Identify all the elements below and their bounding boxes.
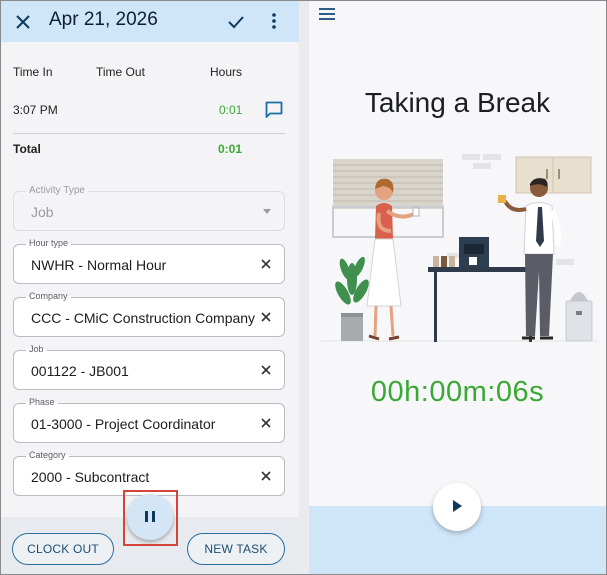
timesheet-panel: Apr 21, 2026 Time In Time Out Hours 3:07… — [1, 1, 299, 574]
phase-field[interactable]: Phase 01-3000 - Project Coordinator — [13, 397, 285, 443]
break-timer: 00h:00m:06s — [370, 376, 545, 408]
break-illustration — [321, 154, 597, 342]
job-field[interactable]: Job 001122 - JB001 — [13, 344, 285, 390]
time-in-value: 3:07 PM — [13, 103, 58, 117]
col-header-time-out: Time Out — [96, 65, 145, 79]
comment-icon[interactable] — [264, 100, 284, 120]
company-field[interactable]: Company CCC - CMiC Construction Company — [13, 291, 285, 337]
clear-icon[interactable] — [260, 258, 272, 270]
hour-type-field[interactable]: Hour type NWHR - Normal Hour — [13, 238, 285, 284]
more-vert-icon[interactable] — [269, 10, 279, 32]
panel-separator — [299, 1, 309, 574]
field-value: NWHR - Normal Hour — [31, 257, 167, 273]
field-value: Job — [31, 204, 54, 220]
field-label: Job — [26, 344, 47, 354]
close-icon[interactable] — [14, 10, 32, 32]
col-header-hours: Hours — [210, 65, 243, 79]
clear-icon[interactable] — [260, 470, 272, 482]
new-task-button[interactable]: NEW TASK — [187, 533, 285, 565]
field-value: 001122 - JB001 — [31, 363, 129, 379]
resume-button[interactable] — [433, 483, 481, 531]
clear-icon[interactable] — [260, 311, 272, 323]
check-icon[interactable] — [227, 10, 245, 32]
break-panel: Taking a Break 00h:00m:06s — [309, 1, 606, 574]
field-value: 01-3000 - Project Coordinator — [31, 416, 216, 432]
total-label: Total — [13, 142, 41, 156]
field-label: Category — [26, 450, 69, 460]
clock-out-button[interactable]: CLOCK OUT — [12, 533, 114, 565]
clear-icon[interactable] — [260, 417, 272, 429]
timesheet-header: Apr 21, 2026 — [1, 1, 299, 42]
field-label: Activity Type — [26, 185, 88, 196]
play-icon — [453, 500, 462, 512]
hours-value: 0:01 — [219, 103, 243, 117]
total-hours: 0:01 — [218, 142, 243, 156]
activity-type-select: Activity Type Job — [13, 185, 285, 231]
field-label: Hour type — [26, 238, 72, 248]
page-title: Apr 21, 2026 — [49, 9, 158, 30]
hamburger-menu-icon[interactable] — [319, 8, 335, 22]
divider — [13, 133, 285, 134]
field-value: CCC - CMiC Construction Company — [31, 310, 256, 326]
break-title: Taking a Break — [364, 87, 551, 118]
field-label: Company — [26, 291, 71, 301]
col-header-time-in: Time In — [13, 65, 53, 79]
field-label: Phase — [26, 397, 58, 407]
field-value: 2000 - Subcontract — [31, 469, 150, 485]
highlight-box — [123, 490, 178, 546]
chevron-down-icon — [263, 209, 271, 214]
clear-icon[interactable] — [260, 364, 272, 376]
